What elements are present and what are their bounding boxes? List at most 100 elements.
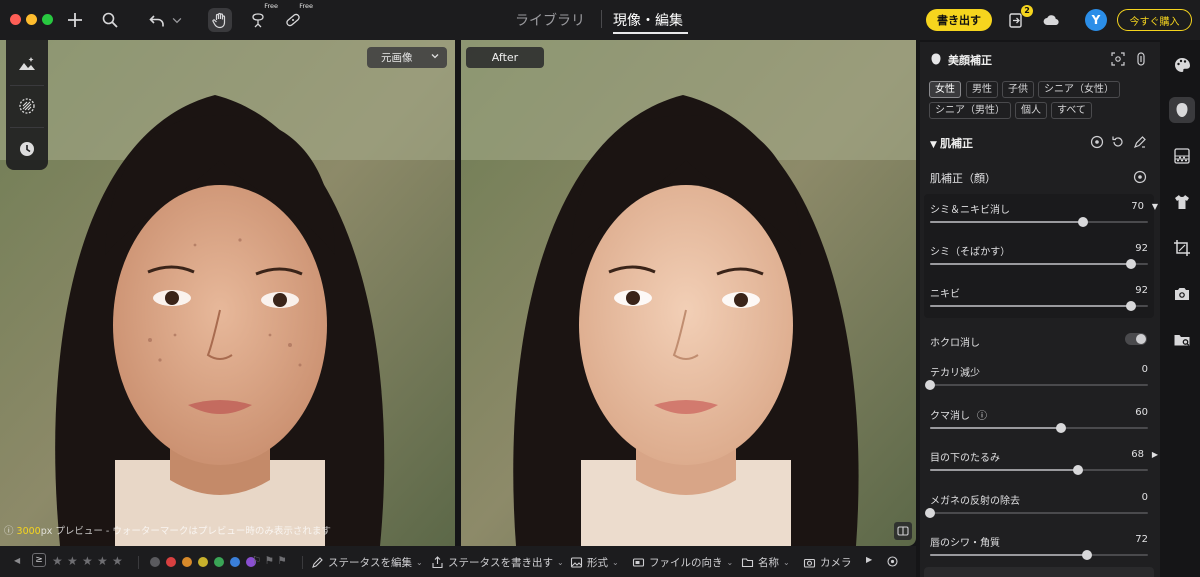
- slider-knob[interactable]: [1081, 550, 1092, 560]
- orientation-label: ファイルの向き: [649, 557, 723, 569]
- tab-library[interactable]: ライブラリ: [515, 10, 585, 30]
- minimize-window-button[interactable]: [26, 14, 37, 25]
- color-label-green[interactable]: [214, 557, 224, 567]
- color-label-orange[interactable]: [182, 557, 192, 567]
- beauty-retouch-panel: 美顔補正 女性 男性 子供 シニア（女性） シニア（男性） 個人 すべて ▼ 肌…: [920, 42, 1160, 577]
- split-compare-icon[interactable]: [894, 522, 912, 540]
- name-filter[interactable]: 名称 ⌄: [741, 555, 790, 570]
- slider-knob[interactable]: [1125, 259, 1136, 269]
- history-clock-icon[interactable]: [15, 137, 39, 161]
- slider-label: シミ（そばかす）: [930, 247, 1011, 258]
- slider-knob[interactable]: [925, 507, 935, 518]
- cloud-icon[interactable]: [1039, 8, 1063, 32]
- slider-track[interactable]: [925, 380, 1148, 390]
- search-icon[interactable]: [98, 8, 122, 32]
- image-icon: [570, 557, 583, 568]
- slider-track[interactable]: [930, 301, 1148, 311]
- chip-female[interactable]: 女性: [929, 81, 961, 98]
- chip-all[interactable]: すべて: [1051, 102, 1092, 119]
- tab-develop-edit[interactable]: 現像・編集: [613, 10, 683, 30]
- brush-edit-icon[interactable]: [1132, 134, 1148, 150]
- palette-icon[interactable]: [1169, 52, 1195, 78]
- folder-search-icon[interactable]: [1169, 327, 1195, 353]
- orientation-filter[interactable]: ファイルの向き ⌄: [632, 555, 733, 570]
- slider-knob[interactable]: [925, 380, 935, 390]
- caret-right-icon[interactable]: ▶: [1152, 450, 1158, 459]
- slider-track[interactable]: [930, 259, 1148, 269]
- slider-knob[interactable]: [1073, 465, 1084, 475]
- toggle-knob: [1136, 334, 1146, 344]
- rating-filter-icon[interactable]: ≥: [32, 553, 46, 567]
- chip-male[interactable]: 男性: [966, 81, 998, 98]
- slider-track[interactable]: [930, 217, 1148, 227]
- zoom-window-button[interactable]: [42, 14, 53, 25]
- mole-removal-toggle[interactable]: [1125, 333, 1147, 345]
- bandage-tool-icon[interactable]: Free: [281, 2, 313, 32]
- link-icon[interactable]: [1133, 51, 1149, 67]
- star-icon[interactable]: ★: [82, 554, 93, 568]
- color-label-yellow[interactable]: [198, 557, 208, 567]
- chip-senior-male[interactable]: シニア（男性）: [929, 102, 1011, 119]
- settings-gear-icon[interactable]: [886, 555, 903, 568]
- star-icon[interactable]: ★: [97, 554, 108, 568]
- slider-track[interactable]: [925, 507, 1148, 518]
- color-label-none[interactable]: [150, 557, 160, 567]
- before-image[interactable]: [0, 40, 455, 546]
- scroll-left-icon[interactable]: ◀: [14, 556, 20, 565]
- buy-now-button[interactable]: 今すぐ購入: [1117, 9, 1192, 31]
- landscape-ai-icon[interactable]: [15, 52, 39, 76]
- gradient-icon[interactable]: [1169, 143, 1195, 169]
- caret-down-icon[interactable]: ▼: [1152, 202, 1158, 211]
- chip-individual[interactable]: 個人: [1015, 102, 1047, 119]
- after-image[interactable]: [461, 40, 916, 546]
- active-tab-underline: [613, 32, 688, 34]
- slider-label: テカリ減少: [930, 368, 980, 379]
- edit-status-label: ステータスを編集: [328, 557, 412, 569]
- slider-knob[interactable]: [1125, 301, 1136, 311]
- color-label-red[interactable]: [166, 557, 176, 567]
- camera-icon[interactable]: [1169, 281, 1195, 307]
- export-button[interactable]: 書き出す: [926, 9, 992, 31]
- flag-icons[interactable]: ⚐ ⚑ ⚑: [252, 555, 287, 567]
- format-filter[interactable]: 形式 ⌄: [570, 555, 619, 570]
- after-label: After: [466, 47, 544, 68]
- hand-tool-icon[interactable]: [208, 8, 232, 32]
- face-retouch-icon[interactable]: [1169, 97, 1195, 123]
- undo-icon[interactable]: [145, 8, 169, 32]
- slider-knob[interactable]: [1077, 217, 1088, 227]
- chip-senior-female[interactable]: シニア（女性）: [1038, 81, 1120, 98]
- export-status-filter[interactable]: ステータスを書き出す ⌄: [431, 555, 564, 570]
- slider-track[interactable]: [930, 422, 1148, 433]
- shirt-icon[interactable]: [1169, 189, 1195, 215]
- caret-icon: ⌄: [557, 558, 564, 567]
- scroll-right-icon[interactable]: ▶: [866, 555, 872, 564]
- color-label-blue[interactable]: [230, 557, 240, 567]
- slider-knob[interactable]: [1055, 422, 1066, 433]
- add-icon[interactable]: [63, 8, 87, 32]
- face-detect-icon[interactable]: [1110, 51, 1126, 67]
- queue-icon[interactable]: 2: [1004, 5, 1033, 32]
- original-image-select[interactable]: 元画像: [367, 47, 447, 68]
- crop-icon[interactable]: [1169, 235, 1195, 261]
- avatar[interactable]: Y: [1085, 9, 1107, 31]
- stamp-tool-icon[interactable]: Free: [246, 2, 278, 32]
- skin-section-header[interactable]: ▼ 肌補正: [930, 135, 973, 151]
- visibility-eye-icon[interactable]: [1089, 134, 1105, 150]
- preview-watermark-note: ⓘ 3000px プレビュー - ウォーターマークはプレビュー時のみ表示されます: [4, 523, 331, 537]
- next-section-header[interactable]: [924, 567, 1154, 577]
- chip-child[interactable]: 子供: [1002, 81, 1034, 98]
- visibility-eye-icon[interactable]: [1132, 169, 1148, 185]
- slider-label: クマ消し: [930, 410, 970, 422]
- star-icon[interactable]: ★: [52, 554, 63, 568]
- close-window-button[interactable]: [10, 14, 21, 25]
- slider-track[interactable]: [930, 465, 1148, 475]
- texture-icon[interactable]: [15, 94, 39, 118]
- slider-track[interactable]: [930, 550, 1148, 560]
- star-icon[interactable]: ★: [67, 554, 78, 568]
- edit-status-filter[interactable]: ステータスを編集 ⌄: [311, 555, 423, 570]
- camera-filter[interactable]: カメラ: [803, 555, 852, 570]
- reset-icon[interactable]: [1110, 134, 1126, 150]
- star-icon[interactable]: ★: [112, 554, 123, 568]
- info-icon[interactable]: ⓘ: [977, 407, 987, 422]
- chevron-down-icon[interactable]: [170, 8, 184, 32]
